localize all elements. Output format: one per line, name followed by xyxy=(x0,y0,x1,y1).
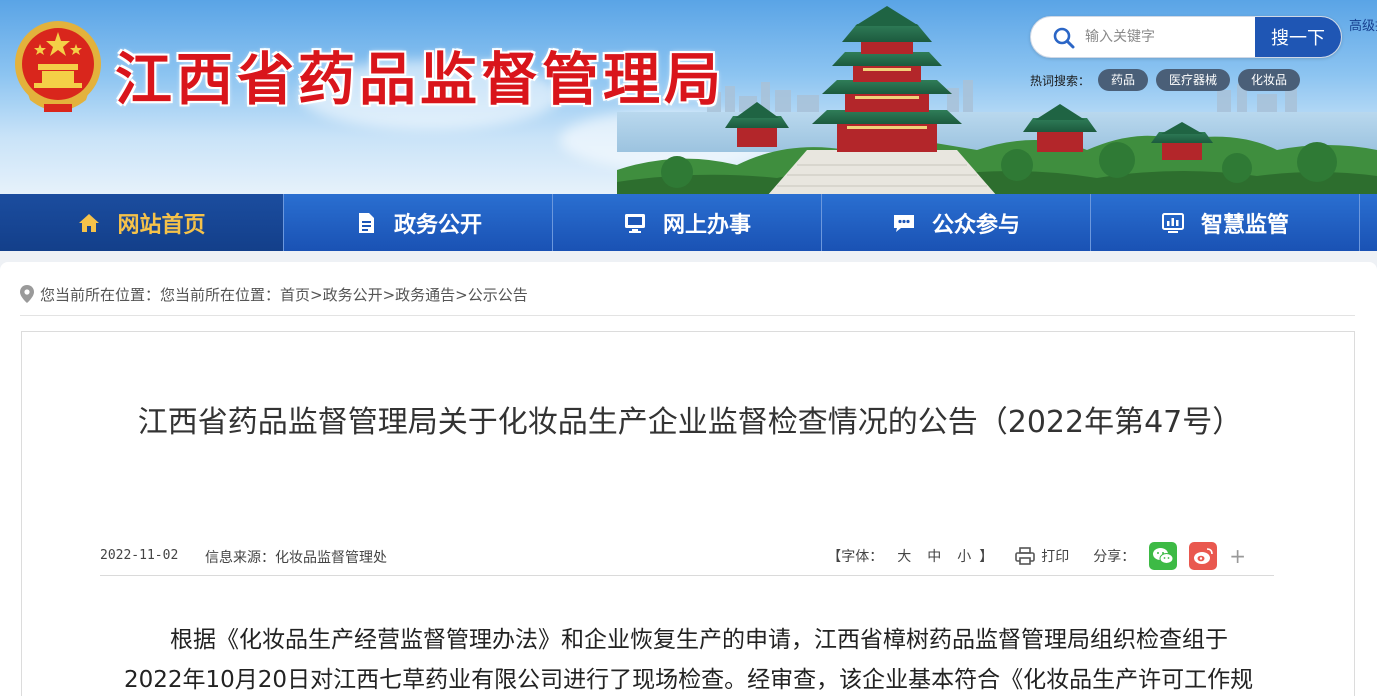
header-banner: 江西省药品监督管理局 搜一下 高级搜索 热词搜索： 药品 医疗器械 化妆品 xyxy=(0,0,1377,196)
nav-label: 公众参与 xyxy=(931,212,1020,238)
printer-icon xyxy=(1015,547,1036,565)
hot-words-label: 热词搜索： xyxy=(1030,73,1091,88)
info-source: 信息来源：化妆品监督管理处 xyxy=(205,550,387,566)
print-button[interactable]: 打印 xyxy=(1015,546,1069,566)
nav-item-home[interactable]: 网站首页 xyxy=(0,194,284,251)
breadcrumb-text[interactable]: 您当前所在位置：您当前所在位置：首页>政务公开>政务通告>公示公告 xyxy=(40,284,528,305)
font-size-control: 【字体： 大 中 小 】 xyxy=(827,546,999,566)
nav-label: 网站首页 xyxy=(117,212,206,238)
nav-label: 网上办事 xyxy=(662,212,751,238)
hot-tag-medical-devices[interactable]: 医疗器械 xyxy=(1156,69,1231,91)
article-meta-row: 2022-11-02 信息来源：化妆品监督管理处 【字体： 大 中 小 】 打印… xyxy=(100,540,1274,576)
article-tools: 【字体： 大 中 小 】 打印 分享： + xyxy=(827,541,1246,571)
share-wechat-button[interactable] xyxy=(1149,542,1178,570)
article-title: 江西省药品监督管理局关于化妆品生产企业监督检查情况的公告（2022年第47号） xyxy=(137,405,1243,440)
font-medium-button[interactable]: 中 xyxy=(927,546,941,566)
hot-words-row: 热词搜索： 药品 医疗器械 化妆品 xyxy=(1030,68,1308,92)
national-emblem-logo xyxy=(15,21,101,112)
font-small-button[interactable]: 小 xyxy=(957,546,971,566)
search-icon xyxy=(1053,27,1075,49)
wechat-icon xyxy=(1153,548,1174,564)
share-more-button[interactable]: + xyxy=(1229,544,1246,568)
hot-tag-drugs[interactable]: 药品 xyxy=(1098,69,1149,91)
article-paragraph: 根据《化妆品生产经营监督管理办法》和企业恢复生产的申请，江西省樟树药品监督管理局… xyxy=(124,627,1254,693)
nav-label: 智慧监管 xyxy=(1200,212,1289,238)
search-box: 搜一下 xyxy=(1030,16,1342,58)
publish-date: 2022-11-02 xyxy=(100,548,179,563)
search-input[interactable] xyxy=(1085,17,1255,57)
font-label: 【字体： xyxy=(827,549,884,565)
location-pin-icon xyxy=(20,285,34,303)
font-large-button[interactable]: 大 xyxy=(897,546,911,566)
nav-label: 政务公开 xyxy=(393,212,482,238)
article-body: 根据《化妆品生产经营监督管理办法》和企业恢复生产的申请，江西省樟树药品监督管理局… xyxy=(124,620,1256,696)
share-weibo-button[interactable] xyxy=(1189,542,1218,570)
hot-tag-cosmetics[interactable]: 化妆品 xyxy=(1238,69,1301,91)
site-title: 江西省药品监督管理局 xyxy=(115,46,725,113)
search-button[interactable]: 搜一下 xyxy=(1255,17,1341,57)
advanced-search-link[interactable]: 高级搜索 xyxy=(1349,18,1377,36)
dashboard-icon xyxy=(1161,212,1184,233)
monitor-icon xyxy=(624,213,645,233)
nav-item-government-affairs[interactable]: 政务公开 xyxy=(284,194,553,251)
font-label-close: 】 xyxy=(979,549,994,565)
breadcrumb: 您当前所在位置：您当前所在位置：首页>政务公开>政务通告>公示公告 xyxy=(20,282,528,306)
print-label: 打印 xyxy=(1041,549,1070,565)
document-icon xyxy=(358,212,374,233)
nav-item-public-participation[interactable]: 公众参与 xyxy=(822,194,1091,251)
share-label: 分享： xyxy=(1093,549,1136,565)
nav-item-online-services[interactable]: 网上办事 xyxy=(553,194,822,251)
chat-icon xyxy=(893,214,914,232)
divider xyxy=(20,315,1355,316)
main-nav: 网站首页 政务公开 网上办事 公众参与 智慧监管 xyxy=(0,194,1377,251)
nav-item-smart-supervision[interactable]: 智慧监管 xyxy=(1091,194,1360,251)
weibo-icon xyxy=(1194,548,1214,564)
home-icon xyxy=(79,213,100,232)
